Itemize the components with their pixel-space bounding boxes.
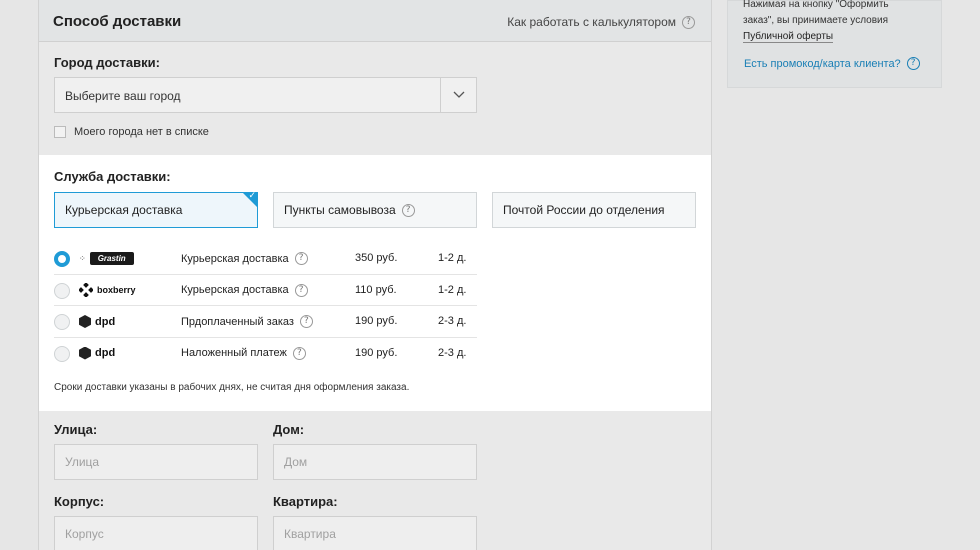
order-sidebar: Нажимая на кнопку "Оформить заказ", вы п… [727,0,942,88]
option-radio[interactable] [54,314,70,330]
help-icon[interactable]: ? [294,252,308,265]
tab-courier-label: Курьерская доставка [65,203,183,217]
house-input[interactable] [273,444,477,480]
boxberry-logo: boxberry [79,282,136,299]
dpd-logo: dpd [79,345,115,362]
help-icon: ? [682,15,695,29]
city-label: Город доставки: [54,55,160,70]
option-days: 2-3 д. [438,315,467,327]
delivery-option-row[interactable]: dpd Наложенный платеж ? 190 руб. 2-3 д. [54,338,477,370]
panel-title: Способ доставки [53,13,182,30]
promo-code-label: Есть промокод/карта клиента? [744,57,901,70]
apartment-input[interactable] [273,516,477,550]
option-days: 2-3 д. [438,346,467,359]
tab-courier[interactable]: Курьерская доставка ✓ [54,191,258,228]
help-icon[interactable]: ? [299,315,313,328]
house-label: Дом: [273,422,305,437]
tab-pickup[interactable]: Пункты самовывоза ? [273,192,477,228]
boxberry-logo-text: boxberry [97,285,136,295]
terms-line-2: заказ", вы принимаете условия [743,15,889,26]
help-icon[interactable]: ? [401,203,415,217]
option-days: 1-2 д. [438,283,467,296]
city-select[interactable]: Выберите ваш город [54,77,477,113]
no-city-label: Моего города нет в списке [74,126,209,138]
calculator-help-link[interactable]: Как работать с калькулятором ? [507,15,695,29]
calculator-help-label: Как работать с калькулятором [507,15,676,29]
option-price: 190 руб. [355,346,398,359]
option-price: 350 руб. [355,252,398,264]
check-icon: ✓ [248,191,256,201]
delivery-option-row[interactable]: ⁘ Grastin Курьерская доставка ? 350 руб.… [54,243,477,275]
option-radio[interactable] [54,251,70,267]
delivery-service-section: Служба доставки: Курьерская доставка ✓ П… [39,155,711,411]
terms-line-1: Нажимая на кнопку "Оформить [743,0,889,10]
grastin-logo-mark: Grastin [89,252,134,265]
chevron-down-icon[interactable] [440,78,476,112]
street-input[interactable] [54,444,258,480]
no-city-option[interactable]: Моего города нет в списке [54,126,209,138]
dpd-cube-icon [79,315,91,328]
help-icon: ? [906,57,920,70]
delivery-option-row[interactable]: boxberry Курьерская доставка ? 110 руб. … [54,275,477,306]
public-offer-link[interactable]: Публичной оферты [743,31,834,43]
tab-russian-post[interactable]: Почтой России до отделения [492,192,696,228]
option-service-name: Курьерская доставка [181,284,289,296]
option-service-name: Курьерская доставка [181,252,289,265]
panel-header: Способ доставки Как работать с калькулят… [39,0,711,42]
grastin-logo: ⁘ Grastin [79,250,134,267]
option-service-name: Прдоплаченный заказ [181,315,294,328]
building-input[interactable] [54,516,258,550]
help-icon[interactable]: ? [292,346,306,360]
building-label: Корпус: [54,494,105,509]
option-radio[interactable] [54,282,70,299]
tab-pickup-label: Пункты самовывоза [284,203,396,217]
apartment-label: Квартира: [273,494,338,509]
boxberry-logo-icon [79,283,93,297]
delivery-note: Сроки доставки указаны в рабочих днях, н… [54,382,410,393]
terms-text: Нажимая на кнопку "Оформить заказ", вы п… [743,0,933,45]
option-radio[interactable] [54,345,70,362]
no-city-checkbox[interactable] [54,126,66,138]
delivery-option-row[interactable]: dpd Прдоплаченный заказ ? 190 руб. 2-3 д… [54,306,477,338]
option-service-name: Наложенный платеж [181,347,287,359]
option-days: 1-2 д. [438,252,467,264]
delivery-options-list: ⁘ Grastin Курьерская доставка ? 350 руб.… [54,243,477,369]
city-select-value: Выберите ваш город [65,89,181,103]
dpd-logo-text: dpd [95,315,116,328]
tab-russian-post-label: Почтой России до отделения [503,203,665,217]
help-icon[interactable]: ? [294,283,308,297]
delivery-panel: Способ доставки Как работать с калькулят… [38,0,712,550]
service-label: Служба доставки: [54,169,171,184]
option-price: 110 руб. [355,283,397,296]
promo-code-link[interactable]: Есть промокод/карта клиента? ? [744,57,920,70]
dpd-logo-text: dpd [95,347,116,359]
option-price: 190 руб. [355,315,398,327]
street-label: Улица: [54,422,98,437]
dpd-cube-icon [79,346,91,360]
dpd-logo: dpd [79,313,115,330]
